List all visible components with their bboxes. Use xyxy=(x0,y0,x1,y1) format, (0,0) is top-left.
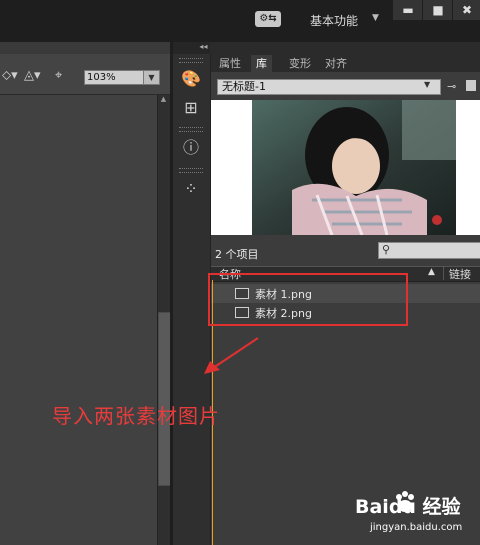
motion-presets-icon[interactable]: ⁘ xyxy=(178,176,204,202)
grip-handle[interactable] xyxy=(179,168,203,173)
new-library-icon[interactable] xyxy=(466,80,476,91)
close-button[interactable]: ✖ xyxy=(452,0,480,20)
watermark-logo: Baidu 经验 xyxy=(355,496,461,518)
minimize-button[interactable]: ▬ xyxy=(392,0,423,20)
collapse-panel-icon[interactable]: ◂◂ xyxy=(173,42,210,54)
grip-handle[interactable] xyxy=(179,58,203,63)
zoom-field[interactable]: 103% xyxy=(84,70,144,85)
document-select[interactable]: 无标题-1 xyxy=(217,79,441,95)
tab-transform[interactable]: 变形 xyxy=(284,55,316,72)
edit-symbols-icon[interactable]: ⬦▾ xyxy=(2,68,18,83)
center-stage-icon[interactable]: ⌖ xyxy=(55,68,62,83)
watermark-url: jingyan.baidu.com xyxy=(370,522,463,533)
stage-area[interactable] xyxy=(0,95,158,545)
column-separator[interactable] xyxy=(443,267,444,280)
edit-scene-icon[interactable]: ◬▾ xyxy=(24,68,41,83)
column-header-link[interactable]: 链接 xyxy=(449,266,471,282)
info-icon[interactable]: ⓘ xyxy=(178,135,204,161)
tab-properties[interactable]: 属性 xyxy=(214,55,246,72)
zoom-dropdown-icon[interactable]: ▼ xyxy=(143,70,160,85)
annotation-caption: 导入两张素材图片 xyxy=(52,404,220,428)
highlight-box xyxy=(208,273,408,326)
grip-handle[interactable] xyxy=(179,127,203,132)
search-input[interactable] xyxy=(378,242,480,259)
options-bar-header xyxy=(0,42,170,54)
preview-photo xyxy=(252,100,456,235)
item-count: 2 个项目 xyxy=(215,248,259,261)
color-palette-icon[interactable]: 🎨 xyxy=(178,66,204,92)
sort-ascending-icon[interactable]: ▲ xyxy=(428,267,435,277)
search-icon: ⚲ xyxy=(382,243,391,256)
tab-align[interactable]: 对齐 xyxy=(320,55,352,72)
workspace-switch-icon[interactable]: ⚙⇆ xyxy=(255,11,281,27)
tab-library[interactable]: 库 xyxy=(251,55,272,72)
pin-icon[interactable]: ⊸ xyxy=(447,80,456,93)
maximize-button[interactable]: ■ xyxy=(422,0,453,20)
grid-icon[interactable]: ⊞ xyxy=(178,95,204,121)
workspace-menu[interactable]: 基本功能 xyxy=(310,12,358,29)
scroll-up-icon[interactable]: ▲ xyxy=(158,95,169,105)
annotation-arrow-icon xyxy=(204,337,259,374)
chevron-down-icon[interactable]: ▼ xyxy=(372,13,379,23)
chevron-down-icon[interactable]: ▼ xyxy=(424,80,430,89)
